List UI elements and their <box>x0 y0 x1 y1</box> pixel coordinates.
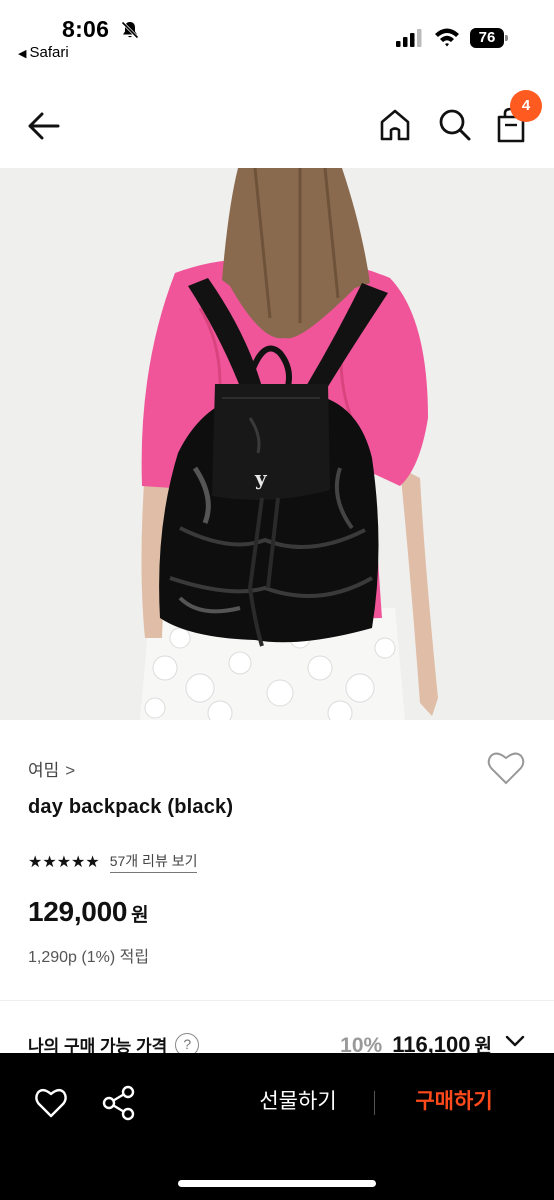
chevron-down-icon[interactable] <box>504 1030 526 1052</box>
share-icon[interactable] <box>102 1085 136 1121</box>
wifi-icon <box>435 28 459 47</box>
product-name: day backpack (black) <box>28 796 234 818</box>
back-triangle-icon: ◀ <box>18 48 27 60</box>
home-indicator[interactable] <box>178 1180 376 1187</box>
back-app-label: Safari <box>29 44 69 61</box>
battery-icon: 76 <box>470 28 510 48</box>
battery-level: 76 <box>470 28 504 48</box>
wishlist-heart-icon[interactable] <box>486 750 526 786</box>
status-bar: 8:06 ◀ Safari 76 <box>0 0 554 70</box>
home-icon[interactable] <box>376 106 414 144</box>
back-arrow-icon[interactable] <box>22 106 62 146</box>
reward-points: 1,290p (1%) 적립 <box>28 949 150 966</box>
price-unit: 원 <box>131 905 149 926</box>
chevron-right-icon: > <box>65 761 76 780</box>
svg-text:y: y <box>254 466 268 490</box>
divider <box>0 1000 554 1001</box>
bottom-action-bar: 선물하기 구매하기 <box>0 1053 554 1200</box>
app-header <box>0 80 554 168</box>
search-icon[interactable] <box>436 106 474 144</box>
signal-icon <box>396 29 422 47</box>
product-image[interactable]: y <box>0 168 554 720</box>
price-amount: 129,000 <box>28 896 128 927</box>
gift-button[interactable]: 선물하기 <box>230 1085 366 1115</box>
review-link[interactable]: 57개 리뷰 보기 <box>109 851 198 873</box>
bottom-bar-separator <box>374 1091 375 1115</box>
rating-stars: ★★★★★ <box>28 854 100 871</box>
product-photo: y <box>0 168 554 720</box>
bell-off-icon <box>121 21 139 39</box>
cart-count-badge: 4 <box>510 90 542 122</box>
heart-icon[interactable] <box>34 1087 68 1119</box>
brand-link[interactable]: 여밈 > <box>28 756 75 781</box>
price: 129,000 원 <box>28 896 149 928</box>
status-time: 8:06 <box>62 16 110 42</box>
back-to-safari[interactable]: ◀ Safari <box>18 44 69 61</box>
brand-name: 여밈 <box>28 761 60 780</box>
rating-row: ★★★★★ 57개 리뷰 보기 <box>28 851 198 873</box>
buy-button[interactable]: 구매하기 <box>392 1085 516 1115</box>
